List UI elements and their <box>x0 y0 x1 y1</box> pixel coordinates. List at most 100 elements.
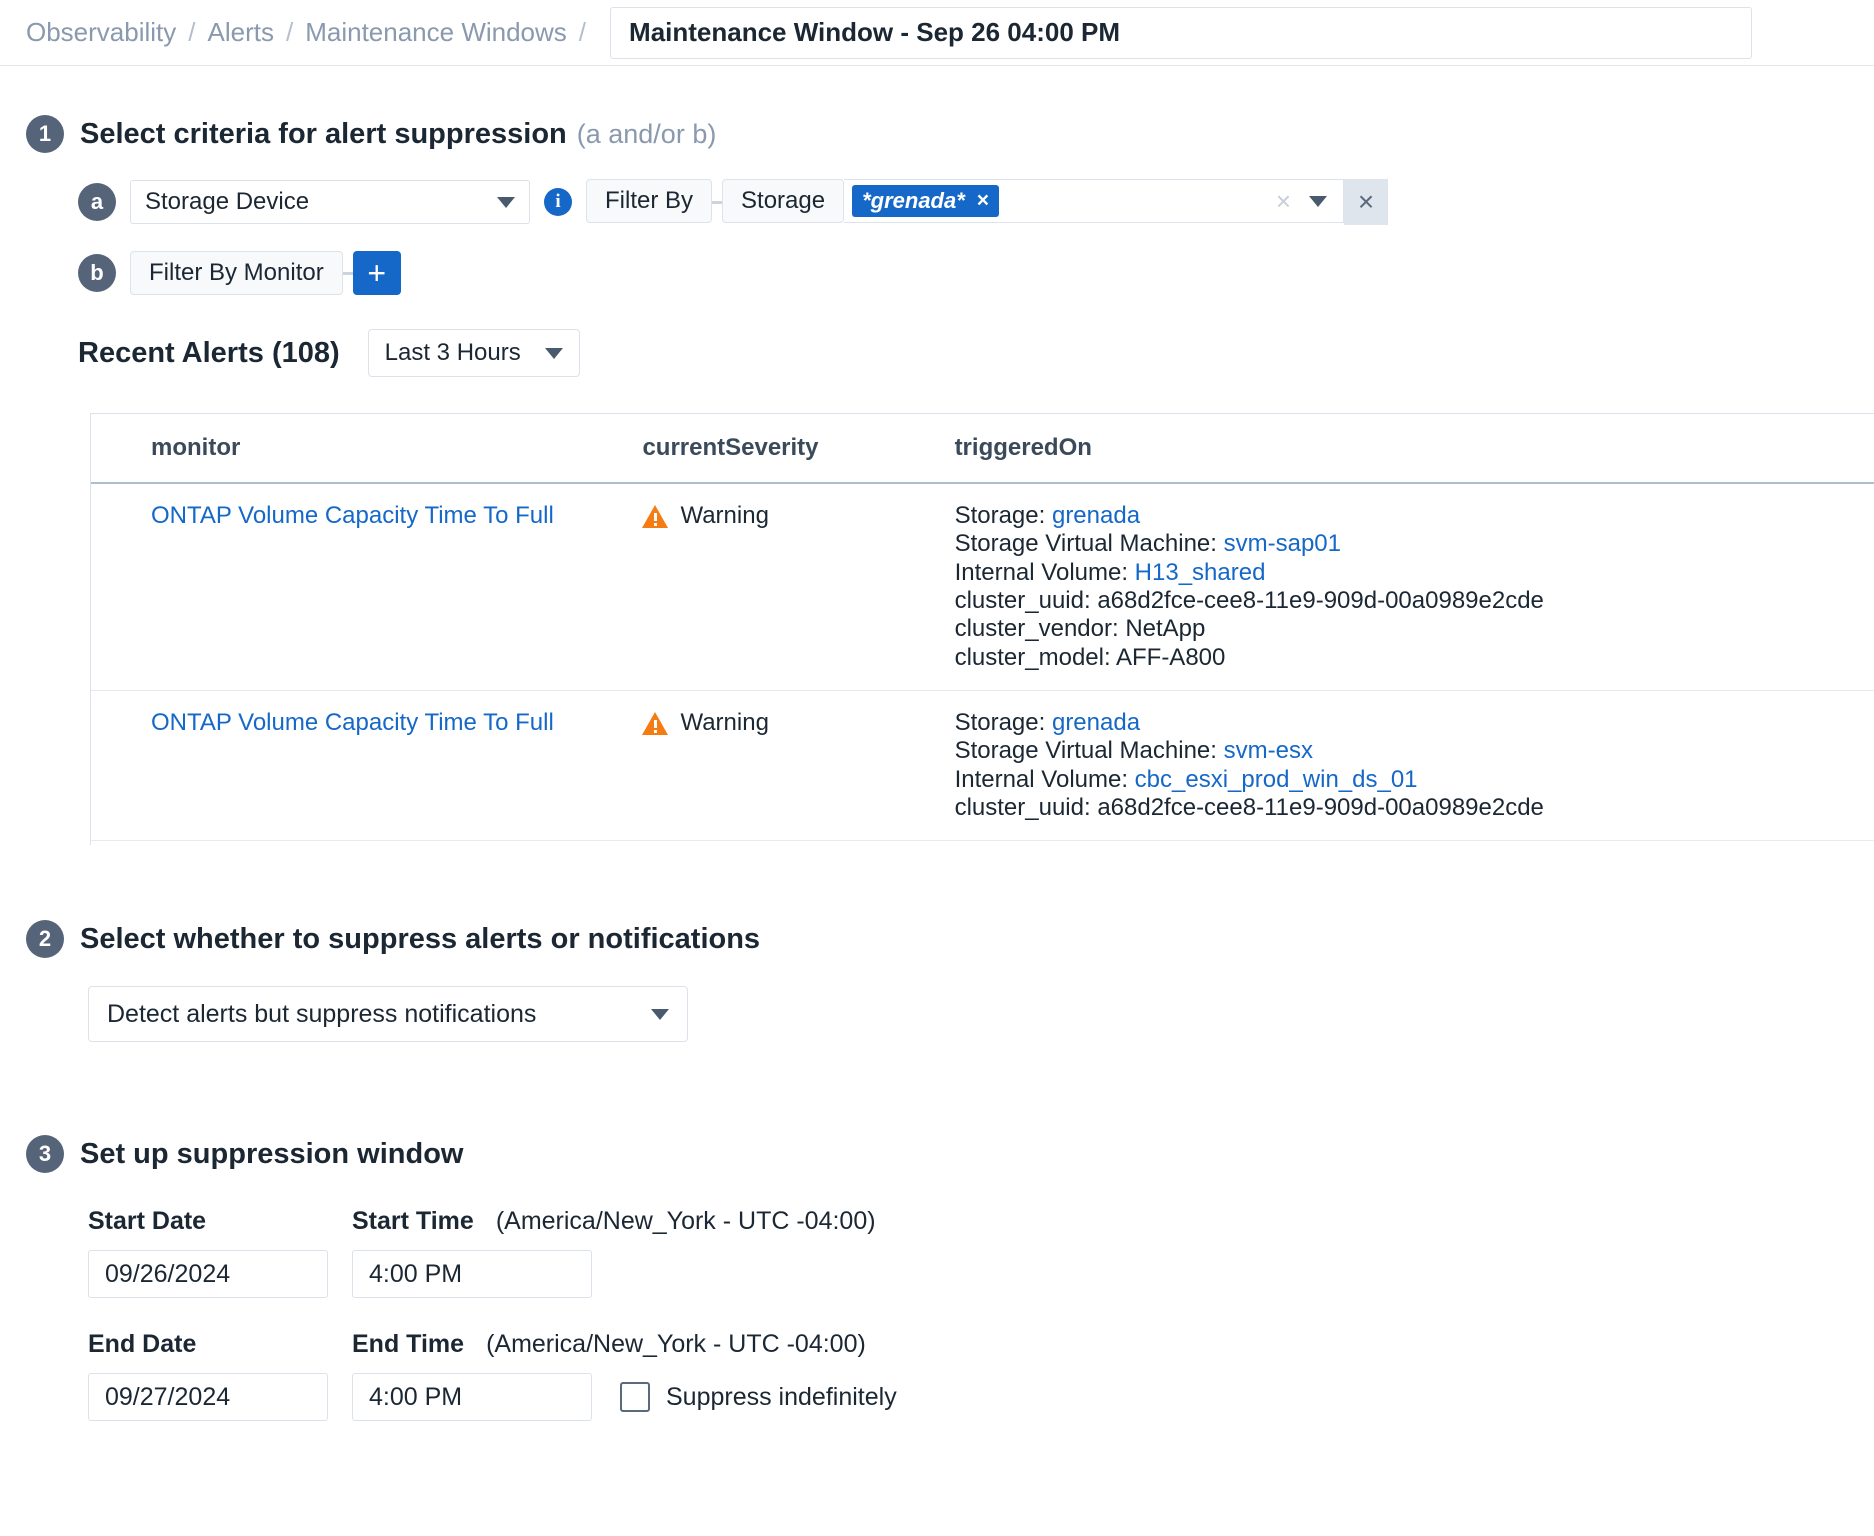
triggered-on-value[interactable]: svm-esx <box>1224 737 1313 764</box>
cell-monitor: ONTAP Volume Capacity Time To Full <box>91 483 642 690</box>
chevron-down-icon <box>651 1009 669 1020</box>
cell-severity: Warning <box>642 690 954 840</box>
suppress-indefinitely-field[interactable]: Suppress indefinitely <box>620 1373 897 1421</box>
triggered-on-label: Storage Virtual Machine: <box>955 737 1224 764</box>
time-range-select[interactable]: Last 3 Hours <box>368 329 580 377</box>
entity-type-value: Storage Device <box>145 188 309 216</box>
section-select-criteria: 1 Select criteria for alert suppression (… <box>26 115 1388 377</box>
column-header-triggeredon[interactable]: triggeredOn <box>955 414 1874 483</box>
triggered-on-line: cluster_vendor: NetApp <box>955 615 1874 643</box>
column-header-currentseverity[interactable]: currentSeverity <box>642 414 954 483</box>
end-time-label-row: End Time (America/New_York - UTC -04:00) <box>352 1330 897 1373</box>
breadcrumb-bar: Observability / Alerts / Maintenance Win… <box>0 0 1874 66</box>
criteria-row-b: b Filter By Monitor + <box>78 251 1388 295</box>
triggered-on-label: Internal Volume: <box>955 559 1135 586</box>
triggered-on-line: Internal Volume: cbc_esxi_prod_win_ds_01 <box>955 766 1874 794</box>
end-time-field: End Time (America/New_York - UTC -04:00)… <box>352 1330 897 1421</box>
triggered-on-value[interactable]: H13_shared <box>1135 559 1266 586</box>
section-suppress-mode: 2 Select whether to suppress alerts or n… <box>26 920 760 1042</box>
recent-alerts-table-container[interactable]: monitor currentSeverity triggeredOn ONTA… <box>90 413 1874 845</box>
suppress-indefinitely-label: Suppress indefinitely <box>666 1383 897 1412</box>
filter-chip-group: Filter By Storage *grenada* × × × <box>586 179 1388 225</box>
end-time-input[interactable] <box>352 1373 592 1421</box>
table-body: ONTAP Volume Capacity Time To Full Warnin… <box>91 483 1874 841</box>
triggered-on-line: Storage Virtual Machine: svm-esx <box>955 737 1874 765</box>
triggered-on-line: Internal Volume: H13_shared <box>955 559 1874 587</box>
maintenance-window-title-input[interactable] <box>627 16 1735 49</box>
breadcrumb-item-observability[interactable]: Observability <box>26 17 176 48</box>
suppression-mode-value: Detect alerts but suppress notifications <box>107 1000 536 1029</box>
start-time-input[interactable] <box>352 1250 592 1298</box>
remove-criteria-button[interactable]: × <box>1344 179 1388 225</box>
suppression-mode-select[interactable]: Detect alerts but suppress notifications <box>88 986 688 1042</box>
criteria-badge-a: a <box>78 183 116 221</box>
breadcrumb-separator: / <box>579 17 586 48</box>
start-time-label-row: Start Time (America/New_York - UTC -04:0… <box>352 1207 876 1250</box>
filter-token-label: *grenada* <box>862 188 965 214</box>
start-date-field: Start Date <box>88 1207 328 1298</box>
filter-by-monitor-button[interactable]: Filter By Monitor <box>130 251 343 295</box>
section-suppression-window: 3 Set up suppression window Start Date S… <box>26 1135 897 1447</box>
table-row: ONTAP Volume Capacity Time To Full Warnin… <box>91 483 1874 690</box>
close-icon[interactable]: × <box>977 189 989 213</box>
clear-filter-icon[interactable]: × <box>1266 186 1301 217</box>
chip-connector <box>712 179 722 225</box>
end-time-label: End Time <box>352 1330 464 1359</box>
step3-title: Set up suppression window <box>80 1138 463 1171</box>
step3-badge: 3 <box>26 1135 64 1173</box>
monitor-link[interactable]: ONTAP Volume Capacity Time To Full <box>151 709 554 736</box>
triggered-on-value[interactable]: cbc_esxi_prod_win_ds_01 <box>1135 766 1418 793</box>
entity-type-select[interactable]: Storage Device <box>130 180 530 224</box>
breadcrumb-item-maintenance-windows[interactable]: Maintenance Windows <box>305 17 567 48</box>
suppression-window-fields: Start Date Start Time (America/New_York … <box>88 1207 897 1421</box>
filter-by-button[interactable]: Filter By <box>586 179 712 223</box>
step1-subtitle: (a and/or b) <box>577 119 717 149</box>
end-timezone-note: (America/New_York - UTC -04:00) <box>486 1330 866 1359</box>
step1-title-text: Select criteria for alert suppression <box>80 118 567 150</box>
start-date-label: Start Date <box>88 1207 328 1236</box>
warning-triangle-icon <box>642 505 668 528</box>
chevron-down-icon <box>497 197 515 208</box>
time-range-value: Last 3 Hours <box>385 339 521 367</box>
triggered-on-value: AFF-A800 <box>1116 644 1225 671</box>
breadcrumb-separator: / <box>286 17 293 48</box>
recent-alerts-header: Recent Alerts (108) Last 3 Hours <box>78 329 1388 377</box>
triggered-on-line: Storage: grenada <box>955 709 1874 737</box>
info-icon[interactable]: i <box>544 188 572 216</box>
add-monitor-filter-button[interactable]: + <box>353 251 401 295</box>
cell-triggered-on: Storage: grenadaStorage Virtual Machine:… <box>955 690 1874 840</box>
table-header-row: monitor currentSeverity triggeredOn <box>91 414 1874 483</box>
step2-badge: 2 <box>26 920 64 958</box>
cell-triggered-on: Storage: grenadaStorage Virtual Machine:… <box>955 483 1874 690</box>
column-header-monitor[interactable]: monitor <box>91 414 642 483</box>
chevron-down-icon <box>545 348 563 359</box>
filter-dropdown-toggle[interactable] <box>1309 196 1335 207</box>
monitor-link[interactable]: ONTAP Volume Capacity Time To Full <box>151 502 554 529</box>
criteria-badge-b: b <box>78 254 116 292</box>
filter-token[interactable]: *grenada* × <box>852 185 999 217</box>
step2-title: Select whether to suppress alerts or not… <box>80 923 760 956</box>
start-date-input[interactable] <box>88 1250 328 1298</box>
triggered-on-label: cluster_model: <box>955 644 1116 671</box>
start-row: Start Date Start Time (America/New_York … <box>88 1207 897 1298</box>
triggered-on-value[interactable]: grenada <box>1052 502 1140 529</box>
triggered-on-value: a68d2fce-cee8-11e9-909d-00a0989e2cde <box>1097 587 1544 614</box>
maintenance-window-title-box[interactable] <box>610 7 1752 59</box>
filter-attribute-button[interactable]: Storage <box>722 179 844 223</box>
table-row: ONTAP Volume Capacity Time To Full Warnin… <box>91 690 1874 840</box>
end-date-field: End Date <box>88 1330 328 1421</box>
end-date-input[interactable] <box>88 1373 328 1421</box>
chip-connector <box>343 251 353 295</box>
triggered-on-label: cluster_uuid: <box>955 587 1098 614</box>
filter-value-tokenfield[interactable]: *grenada* × × <box>844 179 1344 223</box>
start-time-field: Start Time (America/New_York - UTC -04:0… <box>352 1207 876 1298</box>
triggered-on-value[interactable]: grenada <box>1052 709 1140 736</box>
severity-label: Warning <box>680 502 768 530</box>
step1-badge: 1 <box>26 115 64 153</box>
step3-header: 3 Set up suppression window <box>26 1135 897 1173</box>
triggered-on-value[interactable]: svm-sap01 <box>1224 530 1341 557</box>
triggered-on-line: cluster_model: AFF-A800 <box>955 644 1874 672</box>
suppress-indefinitely-checkbox[interactable] <box>620 1382 650 1412</box>
warning-triangle-icon <box>642 712 668 735</box>
breadcrumb-item-alerts[interactable]: Alerts <box>208 17 274 48</box>
